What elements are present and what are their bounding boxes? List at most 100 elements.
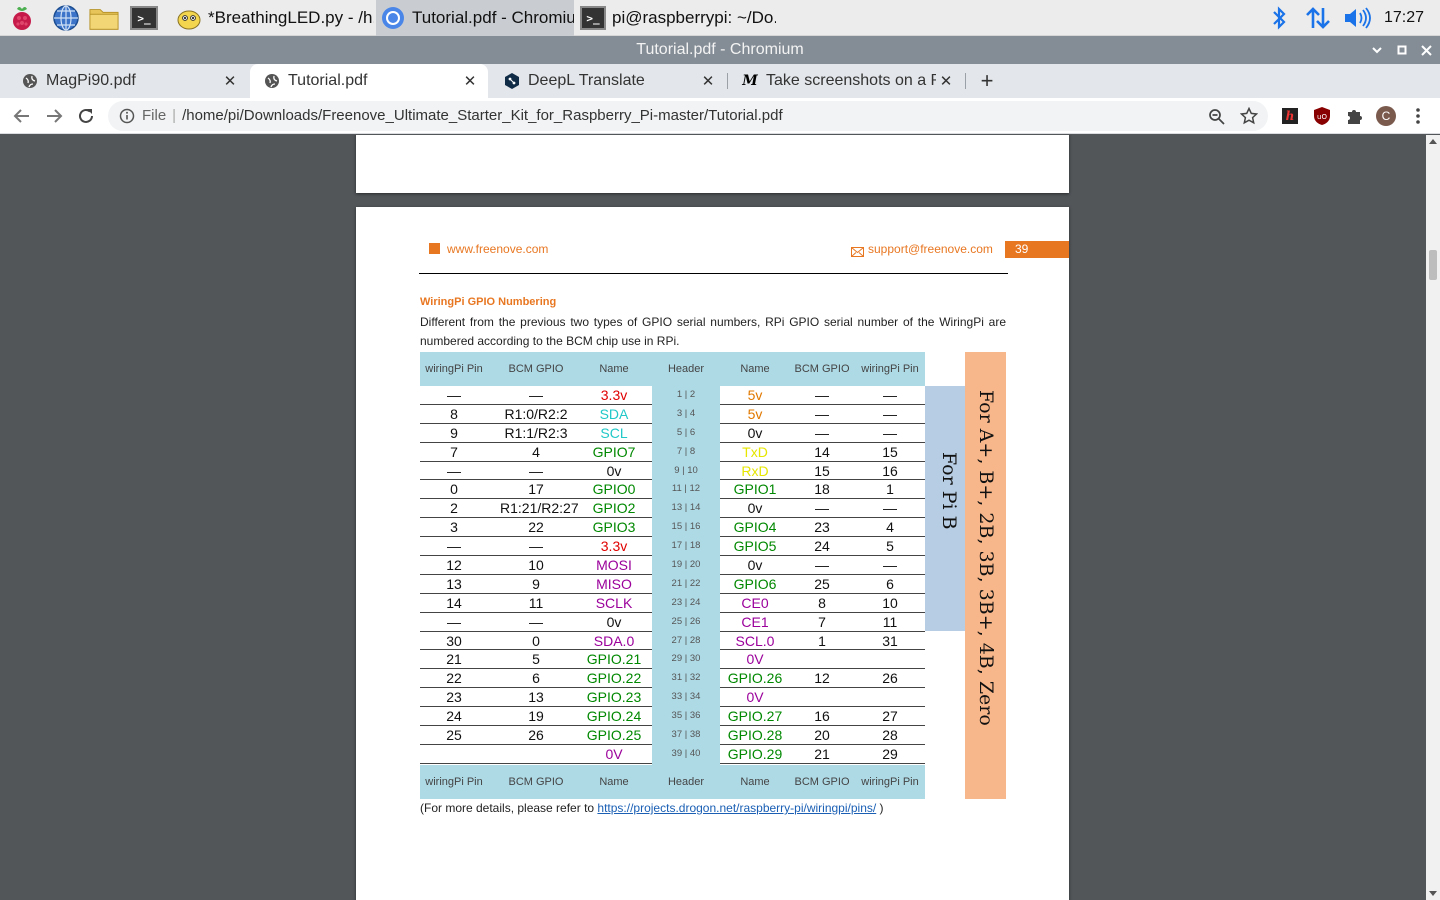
minimize-button[interactable]	[1366, 36, 1388, 64]
pdf-viewer[interactable]: www.freenove.com support@freenove.com 39…	[0, 135, 1440, 900]
header-pin-pair: 35 | 36	[671, 710, 701, 722]
close-window-button[interactable]	[1415, 36, 1437, 64]
back-button[interactable]	[9, 103, 35, 129]
bcm-gpio-right: 12	[814, 670, 830, 687]
hypothesis-extension-icon[interactable]: h	[1279, 105, 1301, 127]
bcm-gpio-right: 8	[818, 594, 826, 611]
new-tab-button[interactable]: +	[974, 68, 1000, 94]
wiringpi-pin-left: 25	[446, 727, 462, 744]
wiringpi-pin-right: —	[883, 387, 897, 403]
close-tab-icon[interactable]: ✕	[220, 72, 240, 90]
wiringpi-pin-right: 26	[882, 670, 898, 687]
info-icon[interactable]	[119, 108, 135, 129]
name-right: GPIO.28	[727, 727, 783, 744]
window-title-bar[interactable]: Tutorial.pdf - Chromium	[0, 36, 1440, 64]
menu-kebab-icon[interactable]	[1407, 105, 1429, 127]
forward-button[interactable]	[41, 103, 67, 129]
section-paragraph: Different from the previous two types of…	[420, 315, 1006, 348]
name-left: 3.3v	[600, 538, 628, 555]
header-pin-pair: 15 | 16	[671, 521, 701, 533]
file-manager-launcher-icon[interactable]	[89, 3, 119, 33]
header-pin-pair: 29 | 30	[671, 653, 701, 665]
terminal-launcher-icon[interactable]: >_	[129, 3, 159, 33]
bcm-gpio-left: 10	[528, 557, 544, 574]
name-left: GPIO.21	[586, 651, 642, 668]
wiringpi-pin-left: 9	[450, 424, 458, 441]
terminal-icon: >_	[580, 5, 606, 31]
pdf-page-39: www.freenove.com support@freenove.com 39…	[356, 207, 1069, 900]
bookmark-star-icon[interactable]	[1239, 106, 1259, 130]
tab-deepl[interactable]: DeepL Translate ✕	[490, 64, 726, 98]
close-tab-icon[interactable]: ✕	[698, 72, 718, 90]
address-bar[interactable]: File | /home/pi/Downloads/Freenove_Ultimat…	[108, 101, 1268, 131]
taskbar-task-chromium[interactable]: Tutorial.pdf - Chromiu...	[376, 0, 574, 36]
foot-wiringpi-pin: wiringPi Pin	[425, 776, 483, 788]
close-tab-icon[interactable]: ✕	[460, 72, 480, 90]
name-left: GPIO.22	[586, 670, 642, 687]
bluetooth-icon[interactable]	[1266, 0, 1292, 36]
name-left: 0V	[605, 745, 623, 762]
url-separator: |	[172, 107, 177, 124]
taskbar-task-thonny[interactable]: *BreathingLED.py - /h...	[172, 0, 374, 36]
table-row: 0V 39 | 40 GPIO.29 21 29	[420, 745, 925, 764]
wiringpi-pin-left: 7	[450, 443, 458, 460]
header-email[interactable]: support@freenove.com	[868, 242, 993, 256]
table-row: 14 11 SCLK 23 | 24 CE0 8 10	[420, 594, 925, 613]
table-row: — — 3.3v 1 | 2 5v — —	[420, 386, 925, 405]
profile-avatar[interactable]: C	[1375, 105, 1397, 127]
bcm-gpio-left	[500, 745, 572, 764]
header-pin-pair: 11 | 12	[671, 483, 701, 495]
head-bcm-gpio: BCM GPIO	[508, 363, 564, 375]
scrollbar-thumb[interactable]	[1429, 250, 1437, 280]
bcm-gpio-right: 16	[814, 708, 830, 725]
bcm-gpio-left: 13	[528, 689, 544, 706]
task-label: Tutorial.pdf - Chromiu...	[412, 8, 574, 27]
name-right: GPIO.27	[727, 708, 783, 725]
zoom-icon[interactable]	[1208, 108, 1225, 130]
name-left: GPIO7	[592, 443, 636, 460]
header-pin-pair: 19 | 20	[671, 559, 701, 571]
wiringpi-pin-right: 31	[882, 632, 898, 649]
foot-bcm-gpio: BCM GPIO	[508, 776, 564, 788]
close-tab-icon[interactable]: ✕	[936, 72, 956, 90]
tab-magpi90[interactable]: MagPi90.pdf ✕	[8, 64, 248, 98]
ref-prefix: (For more details, please refer to	[420, 801, 598, 815]
bcm-gpio-left: R1:21/R2:27	[500, 500, 579, 517]
volume-icon[interactable]	[1340, 0, 1374, 36]
pi-b-label: For Pi B	[938, 452, 960, 530]
bcm-gpio-left: 26	[528, 727, 544, 744]
bcm-gpio-left: 11	[528, 594, 544, 611]
deepl-icon	[504, 73, 520, 89]
scroll-up-arrow[interactable]	[1429, 139, 1437, 144]
wiringpi-pin-left: 21	[446, 651, 462, 668]
extensions-puzzle-icon[interactable]	[1343, 105, 1365, 127]
wiringpi-pin-right: —	[883, 557, 897, 574]
table-row: — — 0v 9 | 10 RxD 15 16	[420, 462, 925, 481]
foot-name: Name	[599, 776, 629, 788]
python-icon	[176, 5, 202, 31]
header-pin-pair: 9 | 10	[674, 464, 698, 476]
name-left: 3.3v	[600, 387, 628, 403]
name-right: GPIO4	[733, 519, 777, 536]
scroll-down-arrow[interactable]	[1429, 891, 1437, 896]
tab-tutorial[interactable]: Tutorial.pdf ✕	[250, 64, 488, 98]
head-wiringpi-pin: wiringPi Pin	[425, 363, 483, 375]
clock[interactable]: 17:27	[1384, 9, 1424, 27]
wiringpi-pin-left: —	[447, 613, 461, 630]
ublock-extension-icon[interactable]: uO	[1311, 105, 1333, 127]
network-icon[interactable]	[1302, 0, 1334, 36]
header-website[interactable]: www.freenove.com	[447, 242, 548, 256]
taskbar-task-terminal[interactable]: >_ pi@raspberrypi: ~/Do...	[576, 0, 776, 36]
vertical-scrollbar[interactable]	[1426, 135, 1440, 900]
tab-screenshots[interactable]: M Take screenshots on a R ✕	[728, 64, 964, 98]
web-browser-launcher-icon[interactable]	[51, 3, 81, 33]
header-pin-pair: 31 | 32	[671, 672, 701, 684]
task-label: *BreathingLED.py - /h...	[208, 8, 374, 27]
page-number: 39	[1005, 241, 1069, 258]
reload-button[interactable]	[73, 103, 99, 129]
wiringpi-pins-link[interactable]: https://projects.drogon.net/raspberry-pi…	[597, 801, 876, 815]
name-left: GPIO.23	[586, 689, 642, 706]
wiringpi-pin-left: 12	[446, 557, 462, 574]
raspberry-menu-icon[interactable]	[7, 3, 37, 33]
maximize-button[interactable]	[1391, 36, 1413, 64]
